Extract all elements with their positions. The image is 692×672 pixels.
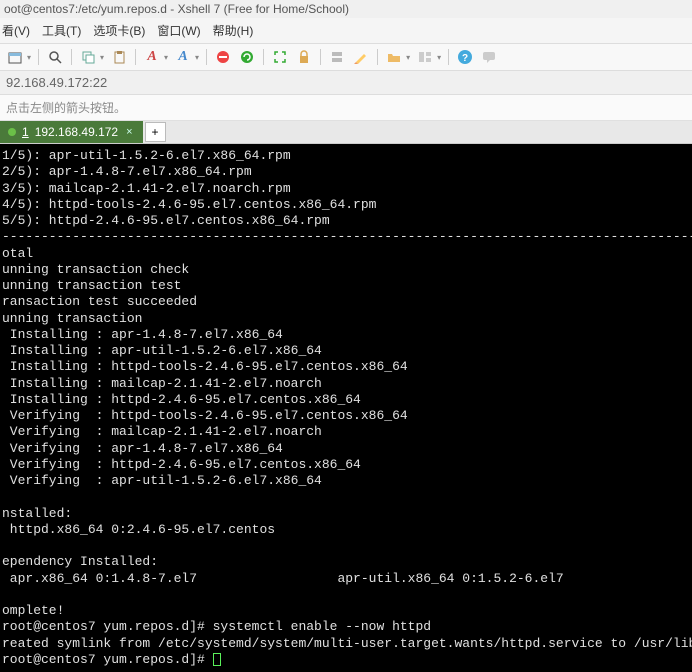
term-line: Installing : httpd-2.4.6-95.el7.centos.x… — [2, 392, 361, 407]
separator — [320, 49, 321, 65]
svg-text:?: ? — [462, 53, 468, 64]
dropdown-icon[interactable]: ▾ — [437, 53, 441, 62]
hint-text: 点击左侧的箭头按钮。 — [0, 95, 692, 121]
separator — [135, 49, 136, 65]
term-line: ransaction test succeeded — [2, 294, 197, 309]
menu-help[interactable]: 帮助(H) — [213, 22, 254, 39]
term-line: ----------------------------------------… — [2, 229, 692, 244]
term-line: root@centos7 yum.repos.d]# systemctl ena… — [2, 619, 431, 634]
terminal-cursor — [213, 653, 221, 666]
term-line: 2/5): apr-1.4.8-7.el7.x86_64.rpm — [2, 164, 252, 179]
term-line: omplete! — [2, 603, 64, 618]
term-line: Verifying : apr-util-1.5.2-6.el7.x86_64 — [2, 473, 322, 488]
separator — [377, 49, 378, 65]
term-line: apr.x86_64 0:1.4.8-7.el7 apr-util.x86_64… — [2, 571, 692, 586]
term-line: Verifying : apr-1.4.8-7.el7.x86_64 — [2, 441, 283, 456]
term-line: Verifying : httpd-2.4.6-95.el7.centos.x8… — [2, 457, 361, 472]
term-line: otal — [2, 246, 33, 261]
dropdown-icon[interactable]: ▾ — [27, 53, 31, 62]
dropdown-icon[interactable]: ▾ — [100, 53, 104, 62]
lock-icon[interactable] — [295, 48, 313, 66]
dropdown-icon[interactable]: ▾ — [164, 53, 168, 62]
status-dot-icon — [8, 128, 16, 136]
term-line: 1/5): apr-util-1.5.2-6.el7.x86_64.rpm — [2, 148, 291, 163]
menu-window[interactable]: 窗口(W) — [157, 22, 200, 39]
dropdown-icon[interactable]: ▾ — [195, 53, 199, 62]
term-line: Installing : mailcap-2.1.41-2.el7.noarch — [2, 376, 322, 391]
toolbar: ▾ ▾ A▾ A▾ ▾ ▾ ? — [0, 44, 692, 71]
copy-icon[interactable] — [79, 48, 97, 66]
tab-close-button[interactable]: × — [124, 126, 134, 138]
term-line: reated symlink from /etc/systemd/system/… — [2, 636, 692, 651]
dropdown-icon[interactable]: ▾ — [406, 53, 410, 62]
new-session-icon[interactable] — [6, 48, 24, 66]
separator — [206, 49, 207, 65]
folder-icon[interactable] — [385, 48, 403, 66]
term-line: unning transaction check — [2, 262, 189, 277]
term-line: 4/5): httpd-tools-2.4.6-95.el7.centos.x8… — [2, 197, 376, 212]
menu-bar: 看(V) 工具(T) 选项卡(B) 窗口(W) 帮助(H) — [0, 18, 692, 44]
menu-view[interactable]: 看(V) — [2, 22, 30, 39]
search-icon[interactable] — [46, 48, 64, 66]
tab-bar: 1 192.168.49.172 × + — [0, 121, 692, 144]
paste-icon[interactable] — [110, 48, 128, 66]
term-line: ependency Installed: — [2, 554, 158, 569]
font-icon[interactable]: A — [143, 48, 161, 66]
term-line: 3/5): mailcap-2.1.41-2.el7.noarch.rpm — [2, 181, 291, 196]
stop-icon[interactable] — [214, 48, 232, 66]
term-line: nstalled: — [2, 506, 72, 521]
separator — [71, 49, 72, 65]
server-icon[interactable] — [328, 48, 346, 66]
term-line: unning transaction — [2, 311, 142, 326]
term-line: Installing : apr-1.4.8-7.el7.x86_64 — [2, 327, 283, 342]
term-line: Verifying : httpd-tools-2.4.6-95.el7.cen… — [2, 408, 408, 423]
separator — [263, 49, 264, 65]
chat-icon[interactable] — [480, 48, 498, 66]
term-line: Installing : httpd-tools-2.4.6-95.el7.ce… — [2, 359, 408, 374]
term-line: Installing : apr-util-1.5.2-6.el7.x86_64 — [2, 343, 322, 358]
window-title: oot@centos7:/etc/yum.repos.d - Xshell 7 … — [0, 0, 692, 18]
fullscreen-icon[interactable] — [271, 48, 289, 66]
separator — [448, 49, 449, 65]
address-bar[interactable]: 92.168.49.172:22 — [0, 71, 692, 95]
term-prompt: root@centos7 yum.repos.d]# — [2, 652, 213, 667]
tab-label: 192.168.49.172 — [35, 125, 118, 139]
menu-tools[interactable]: 工具(T) — [42, 22, 81, 39]
term-line: Verifying : mailcap-2.1.41-2.el7.noarch — [2, 424, 322, 439]
layout-icon[interactable] — [416, 48, 434, 66]
highlight-icon[interactable] — [352, 48, 370, 66]
tab-add-button[interactable]: + — [145, 122, 166, 142]
reconnect-icon[interactable] — [238, 48, 256, 66]
menu-tabs[interactable]: 选项卡(B) — [93, 22, 145, 39]
help-icon[interactable]: ? — [456, 48, 474, 66]
terminal-output[interactable]: 1/5): apr-util-1.5.2-6.el7.x86_64.rpm 2/… — [0, 144, 692, 672]
term-line: httpd.x86_64 0:2.4.6-95.el7.centos — [2, 522, 275, 537]
term-line: unning transaction test — [2, 278, 181, 293]
color-icon[interactable]: A — [174, 48, 192, 66]
separator — [38, 49, 39, 65]
term-line: 5/5): httpd-2.4.6-95.el7.centos.x86_64.r… — [2, 213, 330, 228]
tab-number: 1 — [22, 125, 29, 139]
session-tab[interactable]: 1 192.168.49.172 × — [0, 121, 143, 143]
